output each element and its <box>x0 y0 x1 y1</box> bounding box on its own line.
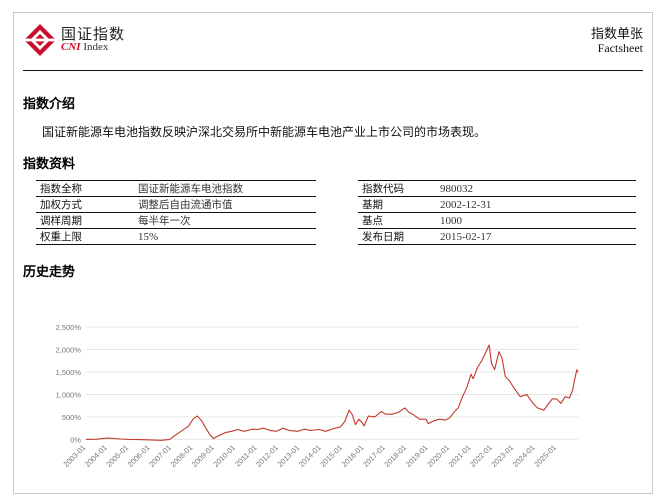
x-tick-label: 2011-01 <box>233 443 258 468</box>
y-tick-label: 1,500% <box>56 368 82 377</box>
info-key: 指数全称 <box>36 180 134 197</box>
x-tick-label: 2013-01 <box>275 443 301 469</box>
info-key: 发布日期 <box>358 228 436 245</box>
logo-text-en: CNI Index <box>61 41 108 53</box>
logo-index: Index <box>80 41 109 53</box>
table-row: 加权方式 调整后自由流通市值 <box>36 196 316 213</box>
x-tick-label: 2012-01 <box>254 443 280 469</box>
x-tick-label: 2008-01 <box>169 443 195 469</box>
logo-cni: CNI <box>61 41 81 53</box>
x-tick-label: 2024-01 <box>511 443 537 469</box>
y-tick-label: 500% <box>62 413 82 422</box>
x-tick-label: 2014-01 <box>297 443 323 469</box>
info-key: 指数代码 <box>358 180 436 197</box>
intro-title: 指数介绍 <box>23 97 76 112</box>
doc-type-cn: 指数单张 <box>590 27 643 42</box>
info-key: 加权方式 <box>36 196 134 213</box>
info-title: 指数资料 <box>23 157 76 172</box>
x-tick-label: 2025-01 <box>532 443 558 469</box>
x-tick-label: 2004-01 <box>83 443 109 469</box>
info-key: 调样周期 <box>36 212 134 229</box>
x-tick-label: 2016-01 <box>340 443 366 469</box>
y-tick-label: 1,000% <box>56 390 82 399</box>
info-value: 980032 <box>436 180 636 197</box>
info-key: 基期 <box>358 196 436 213</box>
info-table-right: 指数代码 980032 基期 2002-12-31 基点 1000 发布日期 2015-… <box>358 180 636 245</box>
history-title: 历史走势 <box>23 265 76 280</box>
y-tick-label: 2,000% <box>56 345 82 354</box>
info-value: 1000 <box>436 212 636 229</box>
table-row: 调样周期 每半年一次 <box>36 212 316 229</box>
intro-text: 国证新能源车电池指数反映沪深北交易所中新能源车电池产业上市公司的市场表现。 <box>42 125 487 139</box>
info-value: 2002-12-31 <box>436 196 636 213</box>
x-tick-label: 2020-01 <box>425 443 451 469</box>
header-divider <box>23 70 643 71</box>
x-tick-label: 2017-01 <box>361 443 387 469</box>
x-tick-label: 2007-01 <box>147 443 173 469</box>
doc-type-en: Factsheet <box>597 41 643 55</box>
info-value: 国证新能源车电池指数 <box>134 180 316 197</box>
history-line-chart: 0%500%1,000%1,500%2,000%2,500%2003-01200… <box>56 323 579 469</box>
x-tick-label: 2018-01 <box>382 443 408 469</box>
table-row: 发布日期 2015-02-17 <box>358 228 636 245</box>
cni-logo-icon <box>23 24 57 56</box>
table-row: 基期 2002-12-31 <box>358 196 636 213</box>
x-tick-label: 2019-01 <box>404 443 430 469</box>
info-value: 每半年一次 <box>134 212 316 229</box>
info-value: 15% <box>134 228 316 245</box>
table-row: 基点 1000 <box>358 212 636 229</box>
x-tick-label: 2005-01 <box>104 443 130 469</box>
info-key: 权重上限 <box>36 228 134 245</box>
info-key: 基点 <box>358 212 436 229</box>
x-tick-label: 2023-01 <box>489 443 515 469</box>
y-tick-label: 0% <box>70 435 81 444</box>
info-value: 调整后自由流通市值 <box>134 196 316 213</box>
x-tick-label: 2006-01 <box>126 443 152 469</box>
info-table-left: 指数全称 国证新能源车电池指数 加权方式 调整后自由流通市值 调样周期 每半年一次 权… <box>36 180 316 245</box>
x-tick-label: 2015-01 <box>318 443 344 469</box>
series-line <box>85 344 579 441</box>
y-tick-label: 2,500% <box>56 323 82 332</box>
factsheet-page: 国证指数 CNI Index 指数单张 Factsheet 指数介绍 国证新能源… <box>13 12 653 494</box>
x-tick-label: 2003-01 <box>62 443 88 469</box>
table-row: 指数全称 国证新能源车电池指数 <box>36 180 316 197</box>
table-row: 权重上限 15% <box>36 228 316 245</box>
x-tick-label: 2009-01 <box>190 443 216 469</box>
table-row: 指数代码 980032 <box>358 180 636 197</box>
x-tick-label: 2021-01 <box>447 443 473 469</box>
x-tick-label: 2022-01 <box>468 443 494 469</box>
info-value: 2015-02-17 <box>436 228 636 245</box>
x-tick-label: 2010-01 <box>211 443 237 469</box>
page-header: 国证指数 CNI Index 指数单张 Factsheet <box>14 13 652 69</box>
